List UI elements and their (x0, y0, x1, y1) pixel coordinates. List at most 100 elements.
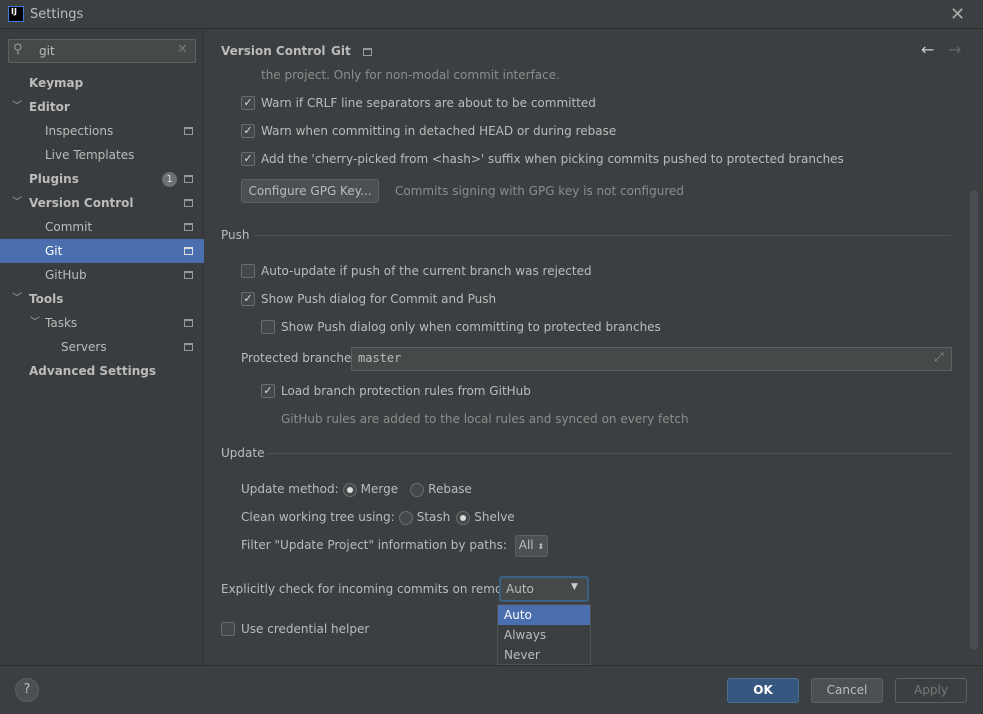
scrollbar[interactable] (970, 190, 978, 650)
option-never[interactable]: Never (498, 645, 590, 665)
auto-update-checkbox[interactable]: Auto-update if push of the current branc… (241, 261, 592, 281)
incoming-label: Explicitly check for incoming commits on… (221, 582, 525, 596)
project-icon (184, 223, 193, 231)
checkbox-unchecked[interactable] (241, 264, 255, 278)
clean-tree-row: Clean working tree using: Stash Shelve (241, 507, 515, 527)
sidebar-item-git[interactable]: Git (0, 239, 204, 263)
filter-select[interactable]: All ⬍ (514, 535, 549, 557)
sidebar-item-github[interactable]: GitHub (0, 263, 204, 287)
sidebar-item-commit[interactable]: Commit (0, 215, 204, 239)
checkbox-checked[interactable]: ✓ (241, 152, 255, 166)
footer: ? OK Cancel Apply (0, 665, 983, 714)
clear-icon[interactable]: ✕ (177, 42, 188, 57)
protected-branches-input[interactable]: master ⤢ (351, 347, 952, 371)
sidebar-item-plugins[interactable]: Plugins 1 (0, 167, 204, 191)
gpg-status: Commits signing with GPG key is not conf… (395, 184, 684, 198)
project-icon (184, 343, 193, 351)
sidebar-item-tools[interactable]: ﹀ Tools (0, 287, 204, 311)
label: Update method: (241, 482, 339, 496)
option-always[interactable]: Always (498, 625, 590, 645)
sidebar-item-inspections[interactable]: Inspections (0, 119, 204, 143)
search-input[interactable]: ⚲ git ✕ (8, 39, 196, 63)
label: Keymap (29, 76, 84, 90)
incoming-dropdown-list: Auto Always Never (497, 604, 591, 665)
option-auto[interactable]: Auto (498, 605, 590, 625)
configure-gpg-button[interactable]: Configure GPG Key... (241, 179, 379, 203)
cherry-pick-checkbox[interactable]: ✓ Add the 'cherry-picked from <hash>' suf… (241, 149, 844, 169)
label: Servers (61, 340, 107, 354)
cancel-button[interactable]: Cancel (811, 678, 883, 703)
load-rules-checkbox[interactable]: ✓ Load branch protection rules from GitHu… (261, 381, 531, 401)
warn-detached-checkbox[interactable]: ✓ Warn when committing in detached HEAD o… (241, 121, 616, 141)
show-push-dialog-checkbox[interactable]: ✓ Show Push dialog for Commit and Push (241, 289, 496, 309)
expand-icon[interactable]: ⤢ (934, 350, 944, 365)
stash-radio[interactable] (398, 510, 413, 525)
incoming-select[interactable]: Auto ▼ (499, 576, 589, 602)
label: Commit (45, 220, 93, 234)
label: Auto-update if push of the current branc… (261, 264, 592, 278)
credential-helper-checkbox[interactable]: Use credential helper (221, 619, 369, 639)
help-button[interactable]: ? (15, 678, 39, 702)
label: Load branch protection rules from GitHub (281, 384, 531, 398)
project-icon (184, 199, 193, 207)
dropdown-arrow-icon: ▼ (571, 582, 578, 592)
select-value: All (518, 538, 534, 552)
label: Merge (360, 482, 399, 496)
label: GitHub (45, 268, 87, 282)
project-icon (184, 127, 193, 135)
label: Live Templates (45, 148, 135, 162)
sidebar: ⚲ git ✕ Keymap ﹀ Editor Inspections Live … (0, 29, 204, 665)
breadcrumb-parent[interactable]: Version Control (221, 44, 326, 58)
warn-crlf-checkbox[interactable]: ✓ Warn if CRLF line separators are about … (241, 93, 596, 113)
label: Show Push dialog only when committing to… (281, 320, 661, 334)
shelve-radio[interactable] (456, 510, 471, 525)
title-bar: IJ Settings ✕ (0, 0, 983, 29)
ok-button[interactable]: OK (727, 678, 799, 703)
sidebar-item-keymap[interactable]: Keymap (0, 71, 204, 95)
chevron-down-icon[interactable]: ﹀ (12, 287, 22, 311)
search-value: git (39, 44, 55, 58)
label: Use credential helper (241, 622, 370, 636)
sidebar-item-tasks[interactable]: ﹀ Tasks (0, 311, 204, 335)
checkbox-checked[interactable]: ✓ (241, 292, 255, 306)
update-badge: 1 (162, 172, 177, 187)
back-arrow-icon[interactable]: ← (921, 40, 934, 59)
checkbox-unchecked[interactable] (261, 320, 275, 334)
divider (255, 235, 951, 236)
chevron-down-icon[interactable]: ﹀ (12, 191, 22, 215)
rules-hint: GitHub rules are added to the local rule… (281, 412, 689, 426)
search-icon: ⚲ (13, 42, 23, 57)
sidebar-item-servers[interactable]: Servers (0, 335, 204, 359)
rebase-radio[interactable] (410, 482, 425, 497)
forward-arrow-icon[interactable]: → (948, 40, 961, 59)
project-icon (363, 48, 372, 56)
sidebar-item-advanced-settings[interactable]: Advanced Settings (0, 359, 204, 383)
truncated-description: the project. Only for non-modal commit i… (261, 68, 560, 82)
sidebar-item-version-control[interactable]: ﹀ Version Control (0, 191, 204, 215)
label: Advanced Settings (29, 364, 157, 378)
label: Inspections (45, 124, 114, 138)
label: Git (45, 244, 63, 258)
project-icon (184, 247, 193, 255)
update-method-row: Update method: Merge Rebase (241, 479, 472, 499)
settings-panel: Version Control › Git ← → the project. O… (205, 29, 983, 665)
sidebar-item-live-templates[interactable]: Live Templates (0, 143, 204, 167)
label: Add the 'cherry-picked from <hash>' suff… (261, 152, 844, 166)
chevron-down-icon[interactable]: ﹀ (30, 311, 40, 335)
close-icon[interactable]: ✕ (950, 4, 965, 25)
chevron-down-icon[interactable]: ﹀ (12, 95, 22, 119)
merge-radio[interactable] (342, 482, 357, 497)
checkbox-checked[interactable]: ✓ (261, 384, 275, 398)
checkbox-unchecked[interactable] (221, 622, 235, 636)
protected-branches-label: Protected branches: (241, 351, 362, 365)
sidebar-item-editor[interactable]: ﹀ Editor (0, 95, 204, 119)
apply-button[interactable]: Apply (895, 678, 967, 703)
app-logo: IJ (8, 6, 24, 22)
push-section-title: Push (221, 228, 250, 242)
show-push-protected-checkbox[interactable]: Show Push dialog only when committing to… (261, 317, 661, 337)
checkbox-checked[interactable]: ✓ (241, 124, 255, 138)
breadcrumb-separator: › (317, 44, 322, 58)
checkbox-checked[interactable]: ✓ (241, 96, 255, 110)
project-icon (184, 175, 193, 183)
divider (267, 453, 951, 454)
